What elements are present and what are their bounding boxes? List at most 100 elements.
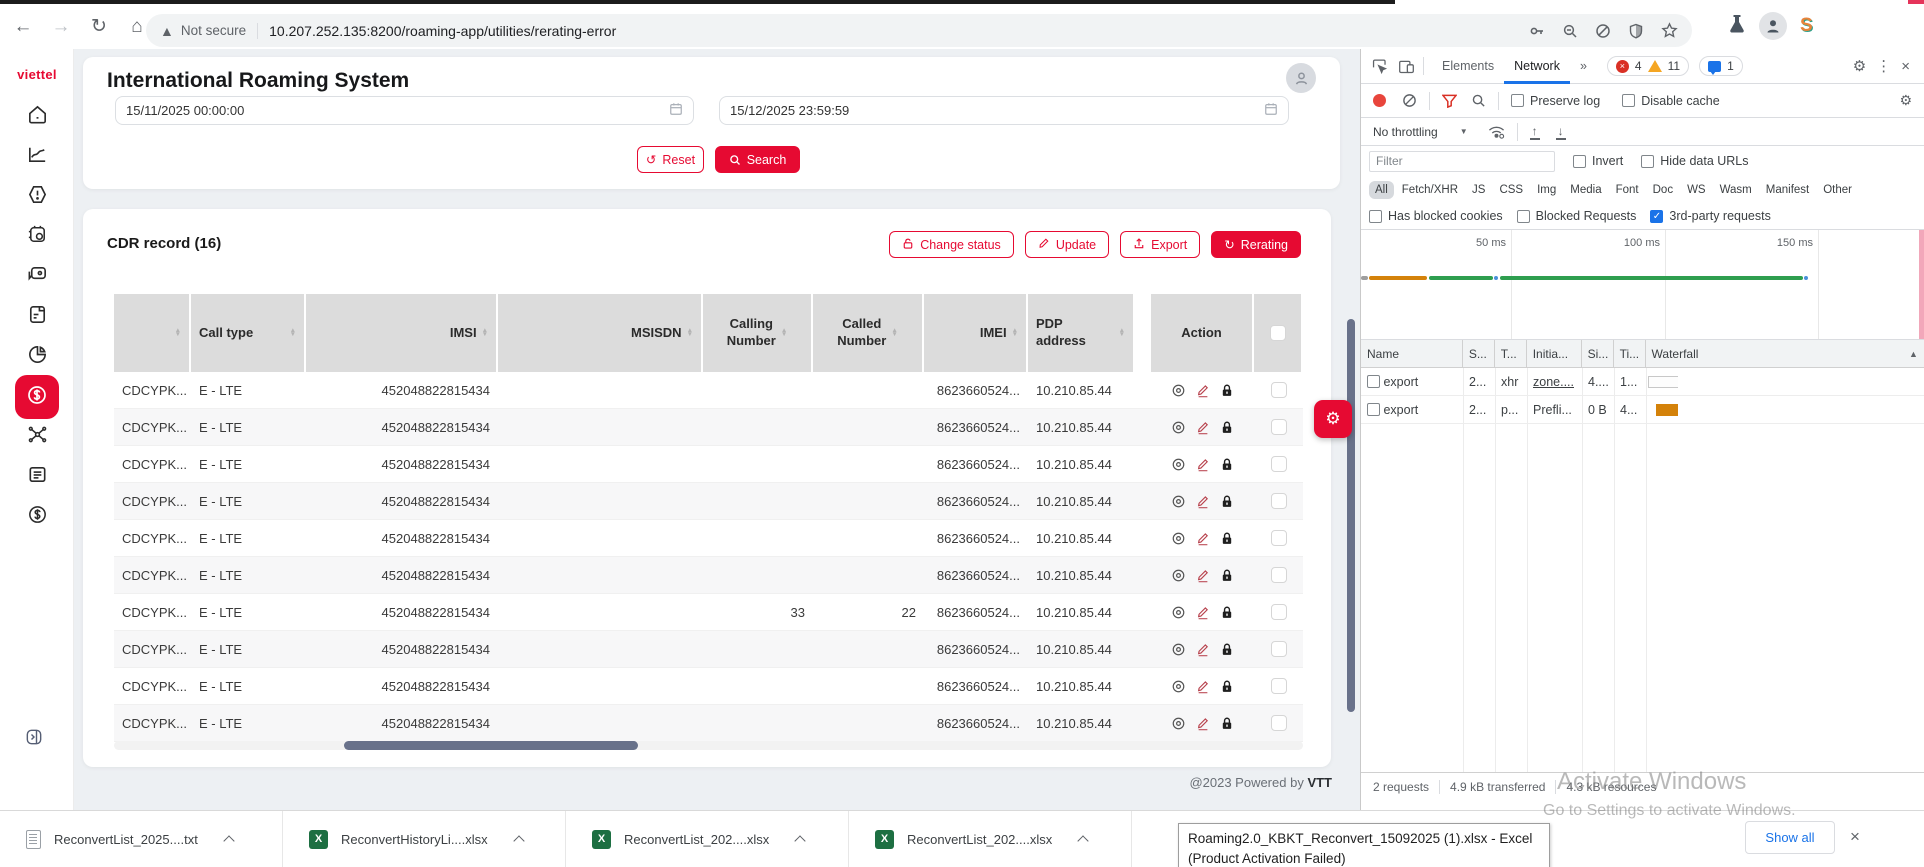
calendar-icon[interactable] xyxy=(669,102,683,119)
request-column-t[interactable]: T... xyxy=(1495,340,1527,367)
sidebar-item-support[interactable] xyxy=(15,265,59,289)
calendar-icon[interactable] xyxy=(1264,102,1278,119)
request-checkbox[interactable] xyxy=(1367,375,1380,388)
column-header-imsi[interactable]: IMSI▲▼ xyxy=(306,294,498,372)
lock-record-icon[interactable] xyxy=(1220,531,1234,546)
inspect-element-icon[interactable] xyxy=(1371,58,1388,75)
lock-record-icon[interactable] xyxy=(1220,457,1234,472)
filter-chip-js[interactable]: JS xyxy=(1466,181,1491,199)
filter-chip-css[interactable]: CSS xyxy=(1493,181,1529,199)
row-checkbox[interactable] xyxy=(1271,715,1287,731)
zoom-out-icon[interactable] xyxy=(1562,23,1578,39)
row-checkbox[interactable] xyxy=(1271,456,1287,472)
issues-badge[interactable]: ×4 11 xyxy=(1607,56,1689,76)
network-search-icon[interactable] xyxy=(1471,93,1486,108)
download-item[interactable]: XReconvertHistoryLi....xlsx xyxy=(283,811,566,867)
sort-icon[interactable]: ▲▼ xyxy=(175,329,181,337)
download-item[interactable]: ReconvertList_2025....txt xyxy=(0,811,283,867)
edit-record-icon[interactable] xyxy=(1196,531,1210,546)
request-column-s[interactable]: S... xyxy=(1463,340,1495,367)
sidebar-collapse-button[interactable] xyxy=(24,727,44,752)
sort-icon[interactable]: ▲▼ xyxy=(1119,329,1125,337)
request-row[interactable]: export2...xhrzone....4....1... xyxy=(1361,368,1924,396)
sort-icon[interactable]: ▲▼ xyxy=(687,329,693,337)
blocked-icon[interactable] xyxy=(1595,23,1611,39)
edit-record-icon[interactable] xyxy=(1196,568,1210,583)
floating-settings-button[interactable]: ⚙ xyxy=(1314,400,1352,438)
request-checkbox[interactable] xyxy=(1367,403,1380,416)
column-header-called-number[interactable]: Called Number▲▼ xyxy=(813,294,924,372)
flag-checkbox-3rd-party-requests[interactable]: ✓3rd-party requests xyxy=(1650,209,1770,223)
download-chevron-icon[interactable] xyxy=(795,835,806,846)
device-toolbar-icon[interactable] xyxy=(1398,58,1415,75)
lock-record-icon[interactable] xyxy=(1220,605,1234,620)
export-har-icon[interactable]: ↓ xyxy=(1556,124,1566,140)
sort-icon[interactable]: ▲▼ xyxy=(781,329,787,337)
view-record-icon[interactable] xyxy=(1171,716,1186,731)
sort-icon[interactable]: ▲▼ xyxy=(891,329,897,337)
column-header-id[interactable]: ▲▼ xyxy=(114,294,191,372)
view-record-icon[interactable] xyxy=(1171,531,1186,546)
filter-icon[interactable] xyxy=(1442,94,1457,108)
more-tabs-icon[interactable]: » xyxy=(1570,49,1597,84)
sidebar-item-invoice[interactable] xyxy=(15,305,59,329)
sort-icon[interactable]: ▲▼ xyxy=(482,329,488,337)
dropdown-caret-icon[interactable]: ▼ xyxy=(1460,127,1468,136)
view-record-icon[interactable] xyxy=(1171,420,1186,435)
network-conditions-icon[interactable] xyxy=(1488,125,1505,139)
extension-s-icon[interactable]: S xyxy=(1800,15,1813,37)
flag-checkbox-has-blocked-cookies[interactable]: Has blocked cookies xyxy=(1369,209,1503,223)
filter-chip-wasm[interactable]: Wasm xyxy=(1714,181,1758,199)
edit-record-icon[interactable] xyxy=(1196,383,1210,398)
address-bar[interactable]: ▲ Not secure 10.207.252.135:8200/roaming… xyxy=(146,14,1692,47)
record-icon[interactable] xyxy=(1373,94,1386,107)
clear-icon[interactable] xyxy=(1402,93,1417,108)
row-checkbox[interactable] xyxy=(1271,419,1287,435)
request-column-si[interactable]: Si... xyxy=(1582,340,1614,367)
request-column-initia[interactable]: Initia... xyxy=(1527,340,1582,367)
sort-icon[interactable]: ▲▼ xyxy=(1012,329,1018,337)
download-item[interactable]: XReconvertList_202....xlsx xyxy=(849,811,1132,867)
user-avatar[interactable] xyxy=(1286,63,1316,93)
rerating-button[interactable]: ↻Rerating xyxy=(1211,231,1301,258)
invert-checkbox[interactable]: Invert xyxy=(1573,154,1623,168)
sidebar-item-alerts[interactable] xyxy=(15,185,59,209)
shield-icon[interactable] xyxy=(1628,23,1644,39)
filter-chip-img[interactable]: Img xyxy=(1531,181,1562,199)
filter-chip-other[interactable]: Other xyxy=(1817,181,1858,199)
devtools-menu-icon[interactable]: ⋮ xyxy=(1876,57,1891,75)
row-checkbox[interactable] xyxy=(1271,678,1287,694)
reset-button[interactable]: ↺Reset xyxy=(637,146,704,173)
sidebar-item-billing-active[interactable] xyxy=(15,375,59,419)
update-button[interactable]: Update xyxy=(1025,231,1109,258)
edit-record-icon[interactable] xyxy=(1196,457,1210,472)
lock-record-icon[interactable] xyxy=(1220,642,1234,657)
show-all-downloads-button[interactable]: Show all xyxy=(1745,821,1835,854)
throttling-select[interactable]: No throttling xyxy=(1373,125,1438,139)
horizontal-scrollbar-track[interactable] xyxy=(114,741,1303,750)
export-button[interactable]: Export xyxy=(1120,231,1200,258)
not-secure-label[interactable]: Not secure xyxy=(181,23,246,38)
column-header-msisdn[interactable]: MSISDN▲▼ xyxy=(498,294,703,372)
edit-record-icon[interactable] xyxy=(1196,605,1210,620)
sidebar-item-home[interactable] xyxy=(15,105,59,129)
view-record-icon[interactable] xyxy=(1171,605,1186,620)
edit-record-icon[interactable] xyxy=(1196,716,1210,731)
view-record-icon[interactable] xyxy=(1171,679,1186,694)
view-record-icon[interactable] xyxy=(1171,457,1186,472)
date-from-input[interactable]: 15/11/2025 00:00:00 xyxy=(115,96,694,125)
network-filter-input[interactable] xyxy=(1369,151,1555,172)
lock-record-icon[interactable] xyxy=(1220,568,1234,583)
filter-chip-media[interactable]: Media xyxy=(1564,181,1607,199)
view-record-icon[interactable] xyxy=(1171,642,1186,657)
network-overview-timeline[interactable]: 50 ms100 ms150 ms xyxy=(1361,230,1924,340)
row-checkbox[interactable] xyxy=(1271,382,1287,398)
lock-record-icon[interactable] xyxy=(1220,383,1234,398)
filter-chip-all[interactable]: All xyxy=(1369,181,1394,199)
change-status-button[interactable]: Change status xyxy=(889,231,1014,258)
download-chevron-icon[interactable] xyxy=(1078,835,1089,846)
filter-chip-fetch-xhr[interactable]: Fetch/XHR xyxy=(1396,181,1464,199)
browser-profile-avatar[interactable] xyxy=(1759,12,1787,40)
request-column-waterfall[interactable]: Waterfall▲ xyxy=(1646,340,1924,367)
column-header-call-type[interactable]: Call type▲▼ xyxy=(191,294,306,372)
